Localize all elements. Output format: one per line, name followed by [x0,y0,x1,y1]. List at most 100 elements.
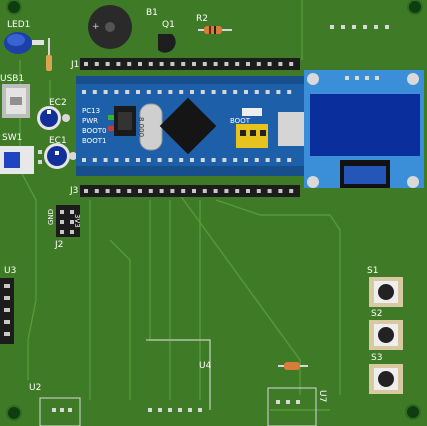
header-j1 [80,58,300,70]
label-j2: J2 [55,240,64,250]
header-pin [222,158,227,162]
header-pin [278,62,283,66]
header-pin [287,90,292,94]
header-pin [213,62,218,66]
stm32-blue-pill [76,76,304,176]
header-pin [146,90,151,94]
capacitor-ec1 [44,143,77,169]
header-pin [103,158,108,162]
header-pin [127,62,132,66]
header-pin [246,62,250,66]
header-j3 [80,185,300,197]
label-u4: U4 [199,361,212,371]
indicator-boot1: BOOT1 [82,137,107,145]
header-pin [179,90,184,94]
header-pin [265,158,270,162]
pcb-artwork: + [0,0,424,426]
label-usb1: USB1 [0,74,25,84]
header-pin [181,189,186,193]
resistor-r1 [46,55,52,71]
label-ec1: EC1 [49,136,67,146]
header-pin [105,189,110,193]
led1-component [4,32,44,54]
resistor-r2 [198,26,232,34]
header-pin [146,158,151,162]
header-pin [235,189,240,193]
header-pin [233,90,238,94]
header-pin [170,189,175,193]
header-pin [92,158,97,162]
header-pin [181,62,186,66]
header-pin [114,158,119,162]
header-pin [127,189,132,193]
resistor-r3 [278,362,308,370]
header-pin [254,158,259,162]
header-pin [136,158,140,162]
switch-sw1 [0,146,42,174]
label-u7: U7 [317,390,327,403]
header-pin [125,158,130,162]
indicator-pwr: PWR [82,117,99,125]
header-pin [200,158,205,162]
label-j3: J3 [70,186,79,196]
header-pin [148,62,153,66]
header-pin [244,90,248,94]
header-pin [138,189,142,193]
indicator-pc13: PC13 [82,107,101,115]
u7-outline [267,387,317,426]
header-pin [190,90,194,94]
crystal-label: 8.000 [137,117,145,138]
oled-module [304,70,424,188]
header-pin [82,158,86,162]
header-pin [82,90,86,94]
u4-pins [148,408,202,412]
header-pin [148,189,153,193]
label-sw1: SW1 [2,133,23,143]
label-s2: S2 [371,309,383,319]
header-pin [224,189,229,193]
label-r2: R2 [196,14,208,24]
header-pin [138,62,142,66]
pcb-canvas: + LED1 USB1 SW1 EC2 EC1 B1 Q1 R2 J1 J3 J… [0,0,427,426]
header-pin [94,189,99,193]
header-pin [116,189,121,193]
header-pin [233,158,238,162]
header-pin [94,62,99,66]
label-j2-gnd: GND [47,208,55,225]
buzzer-b1: + [88,5,132,49]
header-pin [289,189,294,193]
header-pin [179,158,184,162]
header-pin [103,90,108,94]
label-u3: U3 [4,266,17,276]
header-pin [267,189,272,193]
header-pin [278,189,283,193]
capacitor-ec2 [37,106,70,130]
header-pin [116,62,121,66]
header-pin [222,90,227,94]
boot-jumper-label: BOOT [230,117,250,125]
header-pin [213,189,218,193]
header-pin [159,62,164,66]
header-pin [211,158,216,162]
header-pin [168,90,173,94]
usb-connector [2,84,30,118]
header-pin [114,90,119,94]
header-pin [84,189,88,193]
header-pin [254,90,259,94]
header-pin [202,189,207,193]
header-pin [289,62,294,66]
label-s1: S1 [367,266,379,276]
header-pin [224,62,229,66]
header-pin [168,158,173,162]
header-pin [192,189,196,193]
label-u2: U2 [29,383,42,393]
header-pin [92,90,97,94]
header-pin [170,62,175,66]
indicator-boot0: BOOT0 [82,127,107,135]
label-b1: B1 [146,8,158,18]
header-pin [157,90,162,94]
header-u3 [0,278,14,344]
label-q1: Q1 [162,20,175,30]
header-pins-top-right [330,25,389,29]
header-pin [190,158,194,162]
